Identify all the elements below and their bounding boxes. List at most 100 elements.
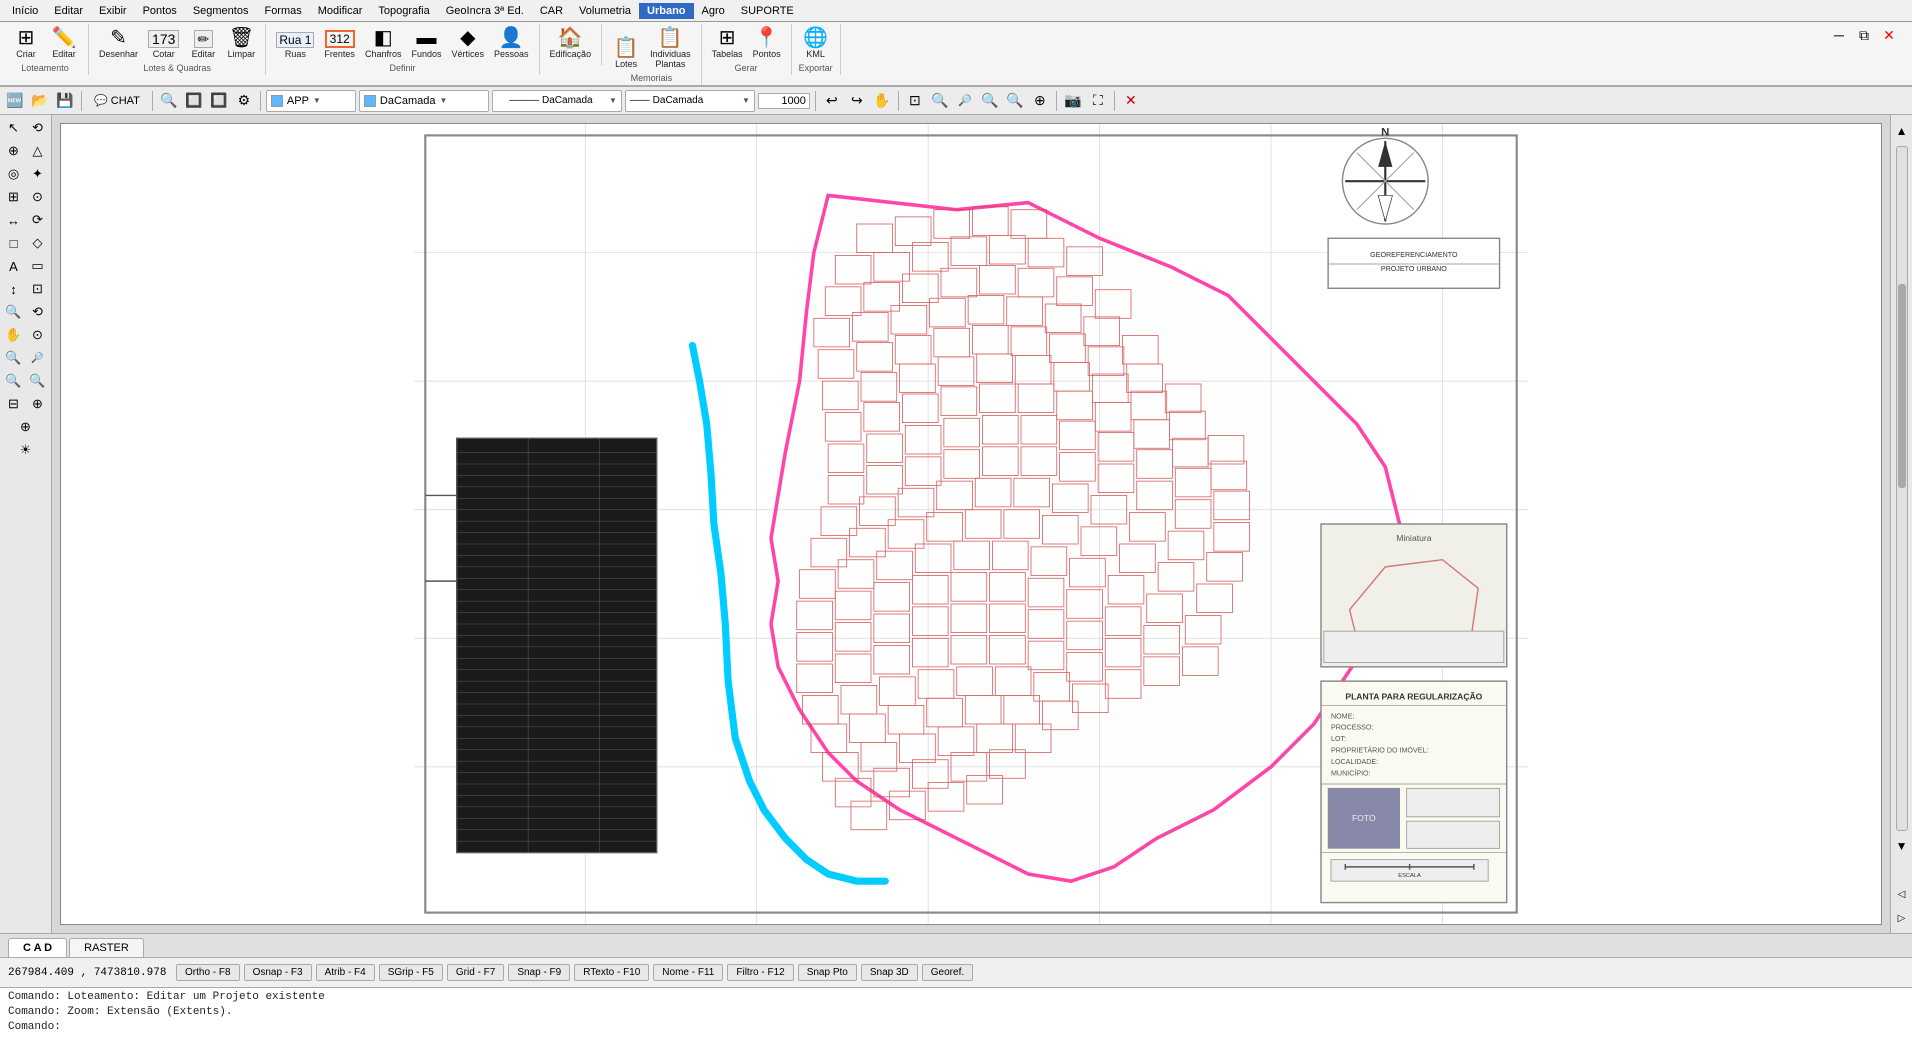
ribbon-btn-individuas[interactable]: 📋 IndividuasPlantas <box>646 26 695 71</box>
ribbon-btn-ruas[interactable]: Rua 1 Ruas <box>272 30 318 61</box>
ribbon-btn-criar[interactable]: ⊞ Criar <box>8 26 44 61</box>
sb-grid-btn[interactable]: Grid - F7 <box>447 964 504 981</box>
tb-layers-btn[interactable]: 🔲 <box>183 90 205 112</box>
window-restore-btn[interactable]: ⧉ <box>1853 24 1875 46</box>
tb-zoom-btn[interactable]: 🔍 <box>158 90 180 112</box>
rp-scroll-up-btn[interactable]: ▲ <box>1893 119 1911 143</box>
ribbon-btn-editar2[interactable]: ✏ Editar <box>185 28 221 61</box>
rp-scroll-down-btn[interactable]: ▼ <box>1893 834 1911 858</box>
lt-hand-btn[interactable]: ✋ <box>3 324 25 346</box>
lt-diamond-btn[interactable]: ◇ <box>27 232 49 254</box>
menu-segmentos[interactable]: Segmentos <box>185 3 257 19</box>
ribbon-btn-kml[interactable]: 🌐 KML <box>798 26 834 61</box>
tb-app-dropdown[interactable]: APP ▼ <box>266 90 356 112</box>
tb-settings-btn[interactable]: ⚙ <box>233 90 255 112</box>
ribbon-btn-desenhar[interactable]: ✎ Desenhar <box>95 26 142 61</box>
lt-rotate-btn[interactable]: ⟲ <box>27 117 49 139</box>
tb-save-btn[interactable]: 💾 <box>54 90 76 112</box>
menu-car[interactable]: CAR <box>532 3 571 19</box>
sb-osnap-btn[interactable]: Osnap - F3 <box>244 964 312 981</box>
ribbon-btn-edificacao[interactable]: 🏠 Edificação <box>546 26 596 61</box>
menu-geoincra[interactable]: GeoIncra 3ª Ed. <box>438 3 532 19</box>
ribbon-btn-limpar[interactable]: 🗑 Limpar <box>223 26 259 61</box>
sb-rtexto-btn[interactable]: RTexto - F10 <box>574 964 649 981</box>
tb-chat-btn[interactable]: 💬 CHAT <box>87 90 147 112</box>
menu-urbano[interactable]: Urbano <box>639 3 694 19</box>
lt-plus-btn[interactable]: ⊕ <box>27 393 49 415</box>
rp-tool2-btn[interactable]: ▷ <box>1895 908 1909 929</box>
tb-open-btn[interactable]: 📂 <box>29 90 51 112</box>
lt-minus-btn[interactable]: ⊟ <box>3 393 25 415</box>
ribbon-btn-pessoas[interactable]: 👤 Pessoas <box>490 26 533 61</box>
tab-raster[interactable]: RASTER <box>69 938 144 957</box>
tb-forward-btn[interactable]: ↪ <box>846 90 868 112</box>
lt-zoomin-lt-btn[interactable]: 🔍 <box>3 347 25 369</box>
menu-exibir[interactable]: Exibir <box>91 3 135 19</box>
lt-cycle-btn[interactable]: ⟳ <box>27 209 49 231</box>
lt-resize-btn[interactable]: ↕ <box>3 278 25 300</box>
lt-pointer-btn[interactable]: ↖ <box>3 117 25 139</box>
tb-back-btn[interactable]: ↩ <box>821 90 843 112</box>
tb-zoom-all-btn[interactable]: ⊕ <box>1029 90 1051 112</box>
window-close-btn[interactable]: ✕ <box>1878 24 1900 46</box>
tab-cad[interactable]: C A D <box>8 938 67 957</box>
ribbon-btn-cotar[interactable]: 173 Cotar <box>144 28 183 61</box>
menu-inicio[interactable]: Início <box>4 3 46 19</box>
tb-zoom-extent-btn[interactable]: ⊡ <box>904 90 926 112</box>
lt-sun-btn[interactable]: ☀ <box>15 439 37 461</box>
sb-ortho-btn[interactable]: Ortho - F8 <box>176 964 240 981</box>
sb-atrib-btn[interactable]: Atrib - F4 <box>316 964 375 981</box>
window-minimize-btn[interactable]: ─ <box>1828 24 1850 46</box>
menu-formas[interactable]: Formas <box>256 3 309 19</box>
cmd-input[interactable] <box>65 1021 1904 1033</box>
lt-crosshair-btn[interactable]: ⊕ <box>3 140 25 162</box>
tb-close2-btn[interactable]: ✕ <box>1120 90 1142 112</box>
ribbon-btn-tabelas[interactable]: ⊞ Tabelas <box>708 26 747 61</box>
lt-triangle-btn[interactable]: △ <box>27 140 49 162</box>
tb-dacamada2-dropdown[interactable]: —— DaCamada ▼ <box>625 90 755 112</box>
ribbon-btn-fundos[interactable]: ▬ Fundos <box>407 26 445 61</box>
tb-snapshot-btn[interactable]: 📷 <box>1062 90 1084 112</box>
lt-plus2-btn[interactable]: ⊕ <box>15 416 37 438</box>
tb-zoom-in-btn[interactable]: 🔍 <box>929 90 951 112</box>
menu-volumetria[interactable]: Volumetria <box>571 3 639 19</box>
scrollbar-thumb[interactable] <box>1898 284 1906 489</box>
lt-dot-btn[interactable]: ⊙ <box>27 186 49 208</box>
lt-star-btn[interactable]: ✦ <box>27 163 49 185</box>
menu-modificar[interactable]: Modificar <box>310 3 371 19</box>
ribbon-btn-editar[interactable]: ✏️ Editar <box>46 26 82 61</box>
tb-fullscreen-btn[interactable]: ⛶ <box>1087 90 1109 112</box>
lt-circle-btn[interactable]: ◎ <box>3 163 25 185</box>
tb-new-btn[interactable]: 🆕 <box>4 90 26 112</box>
menu-editar[interactable]: Editar <box>46 3 91 19</box>
lt-move-btn[interactable]: ↔ <box>3 209 25 231</box>
drawing-canvas[interactable]: N GEOREFERENCIAMENTO PROJETO URBANO Mini… <box>60 123 1882 925</box>
sb-nome-btn[interactable]: Nome - F11 <box>653 964 723 981</box>
tb-zoom-window-btn[interactable]: 🔍 <box>979 90 1001 112</box>
sb-snap3d-btn[interactable]: Snap 3D <box>861 964 918 981</box>
lt-select-rect-btn[interactable]: ▭ <box>27 255 49 277</box>
tb-zoom-prev-btn[interactable]: 🔍 <box>1004 90 1026 112</box>
tb-layers2-btn[interactable]: 🔲 <box>208 90 230 112</box>
ribbon-btn-lotes[interactable]: 📋 Lotes <box>608 36 644 71</box>
lt-zoomwin-lt-btn[interactable]: 🔍 <box>3 370 25 392</box>
lt-zoomout-lt-btn[interactable]: 🔎 <box>27 347 49 369</box>
menu-pontos[interactable]: Pontos <box>135 3 185 19</box>
rp-tool1-btn[interactable]: ◁ <box>1895 884 1909 905</box>
lt-text-btn[interactable]: A <box>3 255 25 277</box>
sb-filtro-btn[interactable]: Filtro - F12 <box>727 964 793 981</box>
ribbon-btn-frentes[interactable]: 312 Frentes <box>320 28 359 61</box>
lt-rect-btn[interactable]: □ <box>3 232 25 254</box>
ribbon-btn-chanfros[interactable]: ◧ Chanfros <box>361 26 406 61</box>
lt-grid-btn[interactable]: ⊞ <box>3 186 25 208</box>
ribbon-btn-vertices[interactable]: ◆ Vértices <box>448 26 489 61</box>
sb-sgrip-btn[interactable]: SGrip - F5 <box>379 964 443 981</box>
menu-topografia[interactable]: Topografia <box>370 3 437 19</box>
lt-undo-btn[interactable]: ⟲ <box>27 301 49 323</box>
tb-zoom-out-btn[interactable]: 🔎 <box>954 90 976 112</box>
sb-snap-btn[interactable]: Snap - F9 <box>508 964 570 981</box>
tb-pan-btn[interactable]: ✋ <box>871 90 893 112</box>
ribbon-btn-pontos[interactable]: 📍 Pontos <box>749 26 785 61</box>
tb-scale-input[interactable] <box>758 93 810 109</box>
tb-linestyle-dropdown[interactable]: ——— DaCamada ▼ <box>492 90 622 112</box>
